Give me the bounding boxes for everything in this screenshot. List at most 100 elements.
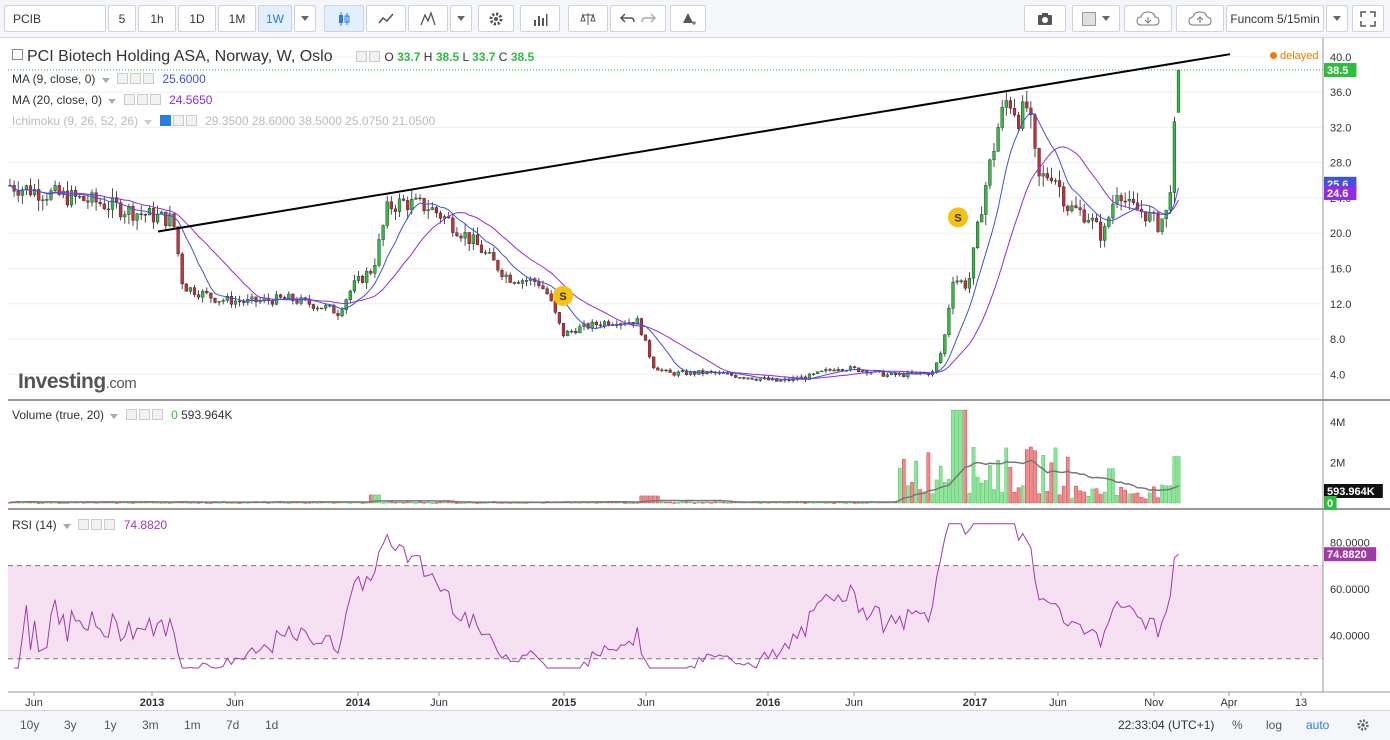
candle-body	[233, 300, 238, 305]
volume-bar	[934, 479, 939, 504]
candle-body	[479, 244, 484, 253]
fullscreen-button[interactable]	[1352, 5, 1384, 32]
settings-icon[interactable]	[172, 115, 184, 126]
rsi-tick-label: 60.0000	[1330, 584, 1370, 596]
volume-bar	[623, 502, 627, 504]
volume-bar	[1098, 493, 1103, 504]
settings-icon[interactable]	[130, 73, 142, 84]
eye-icon[interactable]	[117, 73, 129, 84]
eye-icon[interactable]	[125, 409, 137, 420]
candle-body	[738, 377, 742, 379]
candle-body	[356, 275, 361, 281]
chevron-down-icon[interactable]	[144, 120, 153, 125]
volume-legend[interactable]: Volume (true, 20) 0 593.964K	[12, 408, 233, 422]
close-icon[interactable]	[104, 519, 116, 530]
close-icon[interactable]	[143, 73, 155, 84]
percent-toggle[interactable]: %	[1232, 718, 1243, 732]
eye-icon[interactable]	[78, 519, 90, 530]
candle-body	[1094, 217, 1099, 223]
rsi-legend[interactable]: RSI (14) 74.8820	[12, 518, 167, 532]
close-icon[interactable]	[151, 409, 163, 420]
interval-1m[interactable]: 1M	[218, 5, 256, 32]
volume-bar	[660, 501, 664, 504]
volume-bar	[910, 482, 914, 504]
expand-icon	[1360, 10, 1376, 27]
settings-button[interactable]	[478, 5, 514, 32]
candle-body	[192, 287, 197, 295]
chart-area[interactable]: SS 40.036.032.028.024.020.016.012.08.04.…	[8, 38, 1390, 710]
settings-icon[interactable]	[91, 519, 103, 530]
settings-icon[interactable]	[136, 94, 148, 105]
close-icon[interactable]	[149, 94, 161, 105]
volume-bar	[434, 502, 439, 504]
candle-body	[1000, 107, 1004, 128]
indicators-dropdown[interactable]	[450, 5, 472, 32]
candle-body	[414, 197, 418, 200]
candle-body	[393, 208, 397, 212]
bar-chart-icon	[534, 13, 548, 26]
volume-bar	[389, 501, 394, 504]
candle-body	[221, 300, 225, 302]
collapse-icon[interactable]	[12, 49, 23, 60]
alert-button[interactable]	[670, 5, 706, 32]
volume-bar	[393, 501, 398, 504]
ma9-legend[interactable]: MA (9, close, 0) 25.6000	[12, 72, 206, 86]
interval-5[interactable]: 5	[108, 5, 136, 32]
compare-button[interactable]	[568, 5, 608, 32]
symbol-input[interactable]: PCIB	[4, 5, 106, 32]
load-cloud-button[interactable]	[1124, 5, 1172, 32]
log-toggle[interactable]: log	[1266, 718, 1282, 732]
layout-dropdown[interactable]	[1326, 5, 1348, 32]
candle-body	[853, 366, 857, 369]
volume-profile-button[interactable]	[520, 5, 560, 32]
save-cloud-button[interactable]	[1176, 5, 1224, 32]
candle-body	[484, 252, 488, 254]
range-3m[interactable]: 3m	[142, 718, 159, 732]
chevron-down-icon[interactable]	[110, 414, 119, 419]
ma9-label: MA (9, close, 0)	[12, 72, 96, 86]
chevron-down-icon[interactable]	[108, 99, 117, 104]
volume-bar	[1156, 497, 1160, 504]
ichimoku-label: Ichimoku (9, 26, 52, 26)	[12, 114, 139, 128]
chevron-down-icon[interactable]	[63, 524, 72, 529]
interval-1w[interactable]: 1W	[258, 5, 292, 32]
range-10y[interactable]: 10y	[20, 718, 39, 732]
volume-bar	[381, 502, 385, 504]
volume-bar	[971, 447, 976, 504]
indicators-button[interactable]	[408, 5, 448, 32]
range-1m[interactable]: 1m	[184, 718, 201, 732]
eye-icon[interactable]	[123, 94, 135, 105]
candle-body	[295, 300, 299, 304]
ma20-legend[interactable]: MA (20, close, 0) 24.5650	[12, 93, 212, 107]
auto-toggle[interactable]: auto	[1306, 718, 1329, 732]
interval-1h[interactable]: 1h	[138, 5, 176, 32]
settings-icon[interactable]	[138, 409, 150, 420]
chevron-down-icon[interactable]	[101, 78, 110, 83]
range-3y[interactable]: 3y	[64, 718, 77, 732]
eye-off-icon[interactable]	[159, 115, 171, 126]
background-color-button[interactable]	[1072, 5, 1120, 32]
layout-select[interactable]: Funcom 5/15min	[1226, 5, 1324, 32]
interval-dropdown[interactable]	[294, 5, 316, 32]
interval-1d[interactable]: 1D	[178, 5, 216, 32]
range-1d[interactable]: 1d	[265, 718, 278, 732]
volume-bar	[1147, 492, 1152, 504]
chart-canvas[interactable]: SS 40.036.032.028.024.020.016.012.08.04.…	[8, 38, 1390, 710]
undo-icon[interactable]	[619, 11, 635, 27]
volume-bar	[955, 409, 959, 504]
settings-icon[interactable]	[369, 51, 381, 62]
screenshot-button[interactable]	[1024, 5, 1066, 32]
candles-button[interactable]	[324, 5, 364, 32]
range-7d[interactable]: 7d	[226, 718, 239, 732]
eye-icon[interactable]	[356, 51, 368, 62]
close-icon[interactable]	[185, 115, 197, 126]
candle-body	[943, 334, 947, 354]
candle-body	[176, 226, 180, 255]
gear-icon[interactable]	[1356, 718, 1370, 732]
line-chart-button[interactable]	[366, 5, 406, 32]
range-1y[interactable]: 1y	[104, 718, 117, 732]
candle-body	[725, 373, 730, 375]
redo-icon[interactable]	[641, 11, 657, 27]
time-axis: Jun 2013 Jun 2014 Jun 2015 Jun 2016 Jun 2017 Jun No…	[25, 692, 1307, 709]
ichimoku-legend[interactable]: Ichimoku (9, 26, 52, 26) 29.3500 28.6000…	[12, 114, 435, 128]
